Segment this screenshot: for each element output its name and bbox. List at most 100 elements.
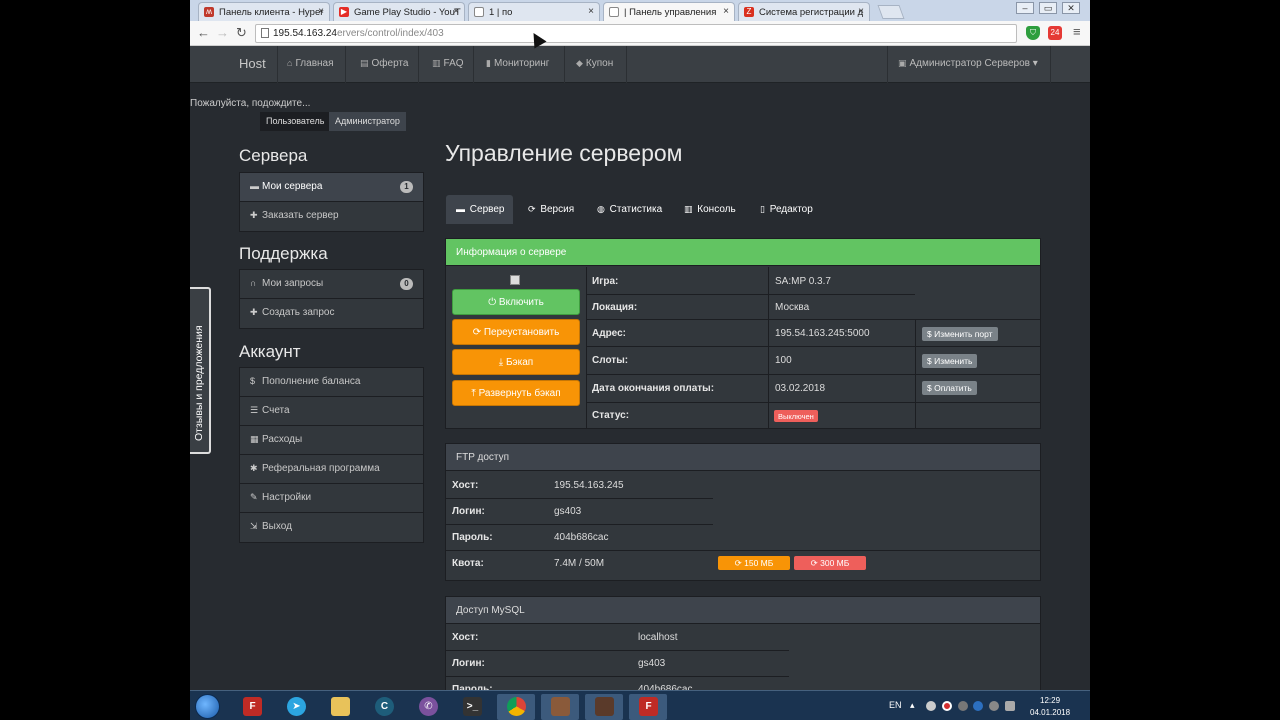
bluetooth-tray-icon[interactable] [973, 701, 983, 711]
sidebar-item-my-servers[interactable]: ▬ Мои сервера 1 [240, 173, 423, 202]
network-tray-icon[interactable] [989, 701, 999, 711]
button-label: Оплатить [934, 383, 972, 393]
nav-offer[interactable]: ▤ Оферта [360, 58, 408, 69]
close-icon[interactable]: × [453, 6, 459, 17]
headphones-icon: ∩ [250, 278, 257, 288]
browser-tab[interactable]: Z Система регистрации д × [738, 2, 870, 21]
sidebar-support-list: ∩ Мои запросы 0 ✚ Создать запрос [239, 269, 424, 329]
browser-tab[interactable]: ʍ Панель клиента - Hyper × [198, 2, 330, 21]
tab-version[interactable]: ⟳ Версия [518, 195, 584, 224]
extension-badge[interactable]: 24 [1048, 26, 1062, 40]
pay-button[interactable]: $ Оплатить [922, 381, 977, 395]
field-value: 195.54.163.245:5000 [775, 328, 870, 339]
forward-arrow-icon[interactable]: → [216, 25, 229, 40]
sidebar-item-order-server[interactable]: ✚ Заказать сервер [240, 202, 423, 231]
power-on-button[interactable]: ⏻ Включить [452, 289, 580, 315]
field-value: Москва [775, 302, 810, 313]
tab-server[interactable]: ▬ Сервер [446, 195, 513, 224]
field-value: 100 [775, 355, 792, 366]
sidebar-item-logout[interactable]: ⇲ Выход [240, 513, 423, 542]
terminal-taskbar-button[interactable]: >_ [453, 694, 491, 720]
field-label: Логин: [452, 658, 485, 669]
sidebar-item-label: Реферальная программа [262, 463, 380, 474]
role-user-button[interactable]: Пользователь [260, 112, 331, 131]
field-label: Пароль: [452, 532, 493, 543]
nav-monitoring[interactable]: ▮ Мониторинг [486, 58, 549, 69]
browser-tab[interactable]: 1 | по × [468, 2, 600, 21]
filezilla-taskbar-button[interactable]: F [233, 694, 271, 720]
shield-icon[interactable]: ⛉ [1026, 26, 1040, 40]
telegram-taskbar-button[interactable]: ➤ [277, 694, 315, 720]
close-icon[interactable]: × [858, 6, 864, 17]
game2-icon [595, 697, 614, 716]
row-divider [586, 294, 915, 295]
sidebar-item-label: Мои сервера [262, 181, 323, 192]
field-label: Игра: [592, 276, 619, 287]
sidebar-item-expenses[interactable]: ▦ Расходы [240, 426, 423, 455]
backup-button[interactable]: ⤓ Бэкап [452, 349, 580, 375]
download-icon: ⤓ [498, 357, 504, 368]
sidebar-item-settings[interactable]: ✎ Настройки [240, 484, 423, 513]
explorer-taskbar-button[interactable] [321, 694, 359, 720]
nav-divider [887, 46, 888, 83]
browser-tab[interactable]: ▶ Game Play Studio - YouT × [333, 2, 465, 21]
url-input[interactable]: 195.54.163.24ervers/control/index/403 [255, 24, 1017, 43]
reload-icon[interactable]: ↻ [236, 25, 247, 41]
game2-taskbar-button[interactable] [585, 694, 623, 720]
cloud-tray-icon[interactable] [926, 701, 936, 711]
brand-link[interactable]: Host [239, 56, 266, 71]
role-admin-button[interactable]: Администратор [329, 112, 406, 131]
system-clock[interactable]: 12:29 04.01.2018 [1030, 695, 1070, 719]
sidebar-item-referral[interactable]: ✱ Реферальная программа [240, 455, 423, 484]
field-value: gs403 [638, 658, 666, 669]
nav-faq[interactable]: ▥ FAQ [432, 58, 464, 69]
filezilla2-taskbar-button[interactable]: F [629, 694, 667, 720]
app-taskbar-button[interactable]: C [365, 694, 403, 720]
volume-tray-icon[interactable] [1005, 701, 1015, 711]
back-arrow-icon[interactable]: ← [197, 25, 210, 40]
user-menu[interactable]: ▣ Администратор Серверов ▾ [898, 58, 1038, 69]
nav-coupon[interactable]: ◆ Купон [576, 58, 613, 69]
nav-home[interactable]: ⌂ Главная [287, 58, 334, 69]
feedback-tab[interactable]: Отзывы и предложения [190, 287, 211, 454]
quota-300-button[interactable]: ⟳ 300 МБ [794, 556, 866, 570]
sidebar-item-invoices[interactable]: ☰ Счета [240, 397, 423, 426]
close-window-button[interactable]: ✕ [1062, 2, 1080, 14]
tab-editor[interactable]: ▯ Редактор [750, 195, 823, 224]
chrome-taskbar-button[interactable] [497, 694, 535, 720]
record-tray-icon[interactable] [942, 701, 952, 711]
tray-expand-icon[interactable]: ▴ [910, 700, 915, 711]
sidebar-item-topup[interactable]: $ Пополнение баланса [240, 368, 423, 397]
browser-window: ʍ Панель клиента - Hyper × ▶ Game Play S… [190, 0, 1090, 720]
close-icon[interactable]: × [318, 6, 324, 17]
tab-console[interactable]: ▥ Консоль [674, 195, 746, 224]
sidebar-item-my-requests[interactable]: ∩ Мои запросы 0 [240, 270, 423, 299]
restore-backup-button[interactable]: ⤒ Развернуть бэкап [452, 380, 580, 406]
browser-tab-active[interactable]: | Панель управления × [603, 2, 735, 21]
language-indicator[interactable]: EN [889, 700, 902, 710]
minimize-button[interactable]: – [1016, 2, 1034, 14]
tab-statistics[interactable]: ◍ Статистика [587, 195, 672, 224]
start-button[interactable] [195, 694, 220, 719]
change-slots-button[interactable]: $ Изменить [922, 354, 978, 368]
sidebar-item-create-request[interactable]: ✚ Создать запрос [240, 299, 423, 328]
reinstall-button[interactable]: ⟳ Переустановить [452, 319, 580, 345]
app-tray-icon[interactable] [958, 701, 968, 711]
page-icon [474, 7, 484, 17]
quota-150-button[interactable]: ⟳ 150 МБ [718, 556, 790, 570]
field-label: Логин: [452, 506, 485, 517]
viber-taskbar-button[interactable]: ✆ [409, 694, 447, 720]
clock-date: 04.01.2018 [1030, 708, 1071, 717]
menu-icon[interactable]: ≡ [1073, 24, 1081, 39]
power-icon: ⏻ [488, 297, 497, 308]
page-info-icon[interactable] [261, 28, 269, 38]
close-icon[interactable]: × [588, 6, 594, 17]
tab-label: Статистика [609, 204, 663, 215]
new-tab-button[interactable] [877, 5, 905, 19]
close-icon[interactable]: × [723, 6, 729, 17]
game-taskbar-button[interactable] [541, 694, 579, 720]
tab-strip: ʍ Панель клиента - Hyper × ▶ Game Play S… [190, 0, 1090, 21]
maximize-button[interactable]: ▭ [1039, 2, 1057, 14]
button-label: Развернуть бэкап [478, 388, 561, 399]
change-port-button[interactable]: $ Изменить порт [922, 327, 998, 341]
